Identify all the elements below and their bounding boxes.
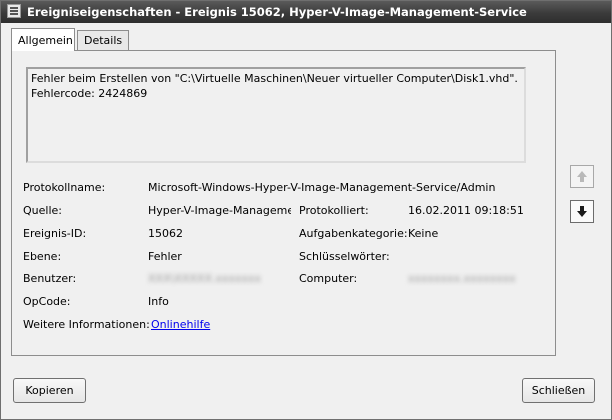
previous-event-button[interactable] — [570, 165, 594, 188]
onlinehilfe-link[interactable]: Onlinehilfe — [151, 318, 210, 331]
quelle-label: Quelle: — [23, 204, 62, 217]
tab-details[interactable]: Details — [77, 30, 129, 50]
aufgabenkategorie-label: Aufgabenkategorie: — [299, 227, 408, 240]
ereignis-id-label: Ereignis-ID: — [23, 227, 87, 240]
copy-button[interactable]: Kopieren — [13, 378, 86, 403]
quelle-value[interactable]: Hyper-V-Image-Managemer — [148, 204, 291, 217]
opcode-label: OpCode: — [23, 295, 71, 308]
tab-allgemein[interactable]: Allgemein — [11, 28, 75, 51]
benutzer-label: Benutzer: — [23, 272, 77, 285]
arrow-up-icon — [577, 171, 587, 182]
computer-label: Computer: — [299, 272, 358, 285]
schluesselwoerter-label: Schlüsselwörter: — [299, 250, 390, 263]
event-properties-window: Ereigniseigenschaften - Ereignis 15062, … — [0, 0, 612, 420]
event-description-box[interactable]: Fehler beim Erstellen von "C:\Virtuelle … — [26, 67, 526, 163]
ereignis-id-value[interactable]: 15062 — [148, 227, 183, 240]
protokollname-value[interactable]: Microsoft-Windows-Hyper-V-Image-Manageme… — [148, 181, 495, 194]
protokollname-label: Protokollname: — [23, 181, 106, 194]
event-viewer-icon — [7, 4, 21, 18]
aufgabenkategorie-value[interactable]: Keine — [408, 227, 438, 240]
window-title: Ereigniseigenschaften - Ereignis 15062, … — [27, 5, 527, 19]
weitere-informationen-label: Weitere Informationen: — [23, 318, 150, 331]
protokolliert-label: Protokolliert: — [299, 204, 369, 217]
next-event-button[interactable] — [570, 200, 594, 223]
computer-value-redacted[interactable]: xxxxxxxx.xxxxxxxx — [408, 272, 516, 285]
close-button[interactable]: Schließen — [522, 378, 595, 403]
title-bar[interactable]: Ereigniseigenschaften - Ereignis 15062, … — [1, 1, 611, 23]
benutzer-value-redacted[interactable]: XXX\XXXXX.xxxxxxx — [148, 272, 261, 285]
arrow-down-icon — [577, 206, 587, 217]
ebene-label: Ebene: — [23, 250, 62, 263]
description-line-1: Fehler beim Erstellen von "C:\Virtuelle … — [31, 72, 518, 85]
ebene-value[interactable]: Fehler — [148, 250, 182, 263]
description-line-2: Fehlercode: 2424869 — [31, 87, 148, 100]
opcode-value[interactable]: Info — [148, 295, 169, 308]
protokolliert-value[interactable]: 16.02.2011 09:18:51 — [408, 204, 524, 217]
general-panel: Fehler beim Erstellen von "C:\Virtuelle … — [11, 50, 556, 356]
